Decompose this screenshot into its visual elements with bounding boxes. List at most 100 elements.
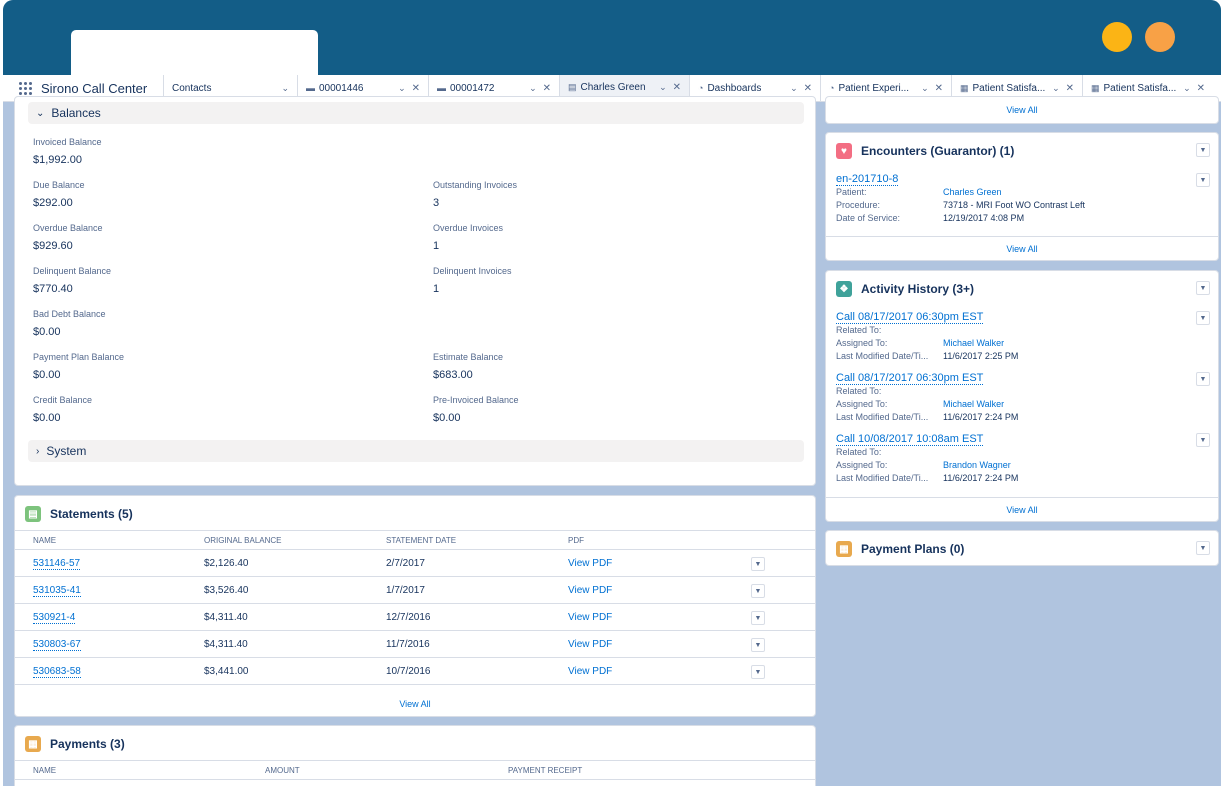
row-menu-button[interactable]: ▼ — [751, 584, 765, 598]
view-pdf-link[interactable]: View PDF — [568, 666, 612, 677]
field-value: $683.00 — [433, 369, 473, 381]
field-label: Bad Debt Balance — [33, 309, 106, 319]
record-field: Patient: Charles Green — [836, 186, 1206, 199]
statements-title[interactable]: Statements (5) — [50, 507, 133, 521]
encounters-view-all[interactable]: View All — [826, 244, 1218, 254]
chevron-down-icon[interactable]: ⌄ — [921, 83, 929, 94]
view-pdf-link[interactable]: View PDF — [568, 585, 612, 596]
balance-field: Pre-Invoiced Balance $0.00 — [433, 395, 813, 424]
assignee-link[interactable]: Michael Walker — [943, 398, 1004, 411]
col-name[interactable]: NAME — [33, 766, 56, 775]
system-section-header[interactable]: › System — [28, 440, 804, 462]
payments-table-header: NAME AMOUNT PAYMENT RECEIPT — [15, 760, 815, 780]
activity-link[interactable]: Call 10/08/2017 10:08am EST — [836, 433, 984, 446]
statement-link[interactable]: 530683-58 — [33, 666, 81, 678]
assignee-link[interactable]: Michael Walker — [943, 337, 1004, 350]
balance-field: Payment Plan Balance $0.00 — [33, 352, 413, 381]
activity-record: Call 08/17/2017 06:30pm EST Related To: As… — [836, 372, 1206, 424]
activity-menu-button[interactable]: ▼ — [1196, 281, 1210, 295]
close-icon[interactable]: ✕ — [1066, 83, 1074, 94]
col-name[interactable]: NAME — [33, 536, 56, 545]
record-field-label: Last Modified Date/Ti... — [836, 351, 929, 361]
record-field-value: 73718 - MRI Foot WO Contrast Left — [943, 200, 1086, 210]
chevron-down-icon[interactable]: ⌄ — [1183, 83, 1191, 94]
contact-card-icon: ▤ — [568, 81, 577, 92]
payments-card: ▦ Payments (3) NAME AMOUNT PAYMENT RECEI… — [14, 725, 816, 786]
statement-date: 2/7/2017 — [386, 558, 425, 569]
statement-link[interactable]: 531035-41 — [33, 585, 81, 597]
col-pdf[interactable]: PDF — [568, 536, 584, 545]
chevron-down-icon[interactable]: ⌄ — [529, 83, 537, 94]
balances-section-header[interactable]: ⌄ Balances — [28, 102, 804, 124]
statements-card: ▤ Statements (5) NAME ORIGINAL BALANCE S… — [14, 495, 816, 717]
row-menu-button[interactable]: ▼ — [751, 665, 765, 679]
record-field-label: Patient: — [836, 187, 867, 197]
record-field-label: Assigned To: — [836, 460, 888, 470]
row-menu-button[interactable]: ▼ — [751, 611, 765, 625]
chevron-down-icon[interactable]: ⌄ — [1052, 83, 1060, 94]
case-icon: ▬ — [306, 83, 315, 93]
close-icon[interactable]: ✕ — [673, 82, 681, 93]
statement-link[interactable]: 531146-57 — [33, 558, 81, 570]
field-label: Delinquent Balance — [33, 266, 112, 276]
col-statement-date[interactable]: STATEMENT DATE — [386, 536, 456, 545]
col-amount[interactable]: AMOUNT — [265, 766, 300, 775]
patient-link[interactable]: Charles Green — [943, 186, 1002, 199]
system-section-label: System — [46, 444, 87, 458]
encounter-row-menu-button[interactable]: ▼ — [1196, 173, 1210, 187]
activity-view-all[interactable]: View All — [826, 505, 1218, 515]
top-view-all[interactable]: View All — [826, 105, 1218, 115]
activity-row-menu-button[interactable]: ▼ — [1196, 372, 1210, 386]
balance-field: Delinquent Invoices 1 — [433, 266, 813, 295]
row-menu-button[interactable]: ▼ — [751, 557, 765, 571]
field-label: Payment Plan Balance — [33, 352, 125, 362]
tab-label: 00001472 — [450, 82, 495, 94]
activity-link[interactable]: Call 08/17/2017 06:30pm EST — [836, 372, 984, 385]
bank-icon: ▦ — [25, 736, 41, 752]
activity-title[interactable]: Activity History (3+) — [861, 282, 974, 296]
record-field-label: Related To: — [836, 325, 882, 335]
payment-plans-menu-button[interactable]: ▼ — [1196, 541, 1210, 555]
field-label: Pre-Invoiced Balance — [433, 395, 519, 405]
encounters-title[interactable]: Encounters (Guarantor) (1) — [861, 144, 1014, 158]
close-icon[interactable]: ✕ — [1197, 83, 1205, 94]
app-launcher-icon[interactable] — [19, 81, 32, 95]
global-header — [3, 0, 1221, 75]
view-pdf-link[interactable]: View PDF — [568, 558, 612, 569]
close-icon[interactable]: ✕ — [412, 83, 420, 94]
statement-date: 1/7/2017 — [386, 585, 425, 596]
activity-row-menu-button[interactable]: ▼ — [1196, 433, 1210, 447]
global-search-box[interactable] — [71, 30, 318, 75]
chevron-right-icon: › — [36, 445, 40, 457]
activity-row-menu-button[interactable]: ▼ — [1196, 311, 1210, 325]
activity-link[interactable]: Call 08/17/2017 06:30pm EST — [836, 311, 984, 324]
close-icon[interactable]: ✕ — [543, 83, 551, 94]
record-field-value: 11/6/2017 2:24 PM — [943, 412, 1019, 422]
record-field-label: Assigned To: — [836, 399, 888, 409]
close-icon[interactable]: ✕ — [935, 83, 943, 94]
payments-title[interactable]: Payments (3) — [50, 737, 125, 751]
encounter-record: en-201710-8 Patient: Charles Green Procedu… — [836, 173, 1206, 225]
statements-view-all[interactable]: View All — [15, 699, 815, 709]
encounter-link[interactable]: en-201710-8 — [836, 173, 899, 186]
encounters-menu-button[interactable]: ▼ — [1196, 143, 1210, 157]
assignee-link[interactable]: Brandon Wagner — [943, 459, 1011, 472]
record-field-label: Related To: — [836, 447, 882, 457]
balance-field: Overdue Balance $929.60 — [33, 223, 413, 252]
col-payment-receipt[interactable]: PAYMENT RECEIPT — [508, 766, 582, 775]
chevron-down-icon[interactable]: ⌄ — [659, 82, 667, 93]
tab-label: Contacts — [172, 82, 212, 94]
statement-link[interactable]: 530803-67 — [33, 639, 81, 651]
row-menu-button[interactable]: ▼ — [751, 638, 765, 652]
statement-link[interactable]: 530921-4 — [33, 612, 76, 624]
view-pdf-link[interactable]: View PDF — [568, 639, 612, 650]
chevron-down-icon[interactable]: ⌄ — [281, 83, 289, 94]
view-pdf-link[interactable]: View PDF — [568, 612, 612, 623]
col-original-balance[interactable]: ORIGINAL BALANCE — [204, 536, 282, 545]
chevron-down-icon[interactable]: ⌄ — [398, 83, 406, 94]
chevron-down-icon[interactable]: ⌄ — [790, 83, 798, 94]
payment-plans-title[interactable]: Payment Plans (0) — [861, 542, 964, 556]
field-value: $0.00 — [433, 412, 461, 424]
encounters-header: ♥ Encounters (Guarantor) (1) — [836, 143, 1014, 159]
close-icon[interactable]: ✕ — [804, 83, 812, 94]
